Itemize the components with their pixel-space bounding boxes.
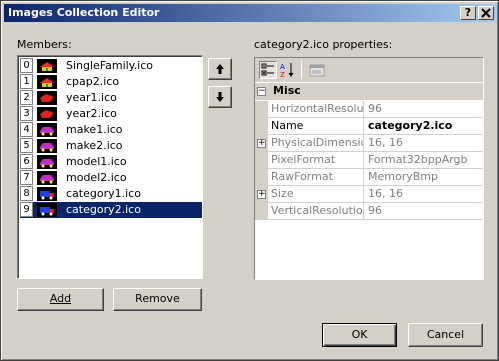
svg-text:Z: Z xyxy=(280,71,285,79)
list-item-index: 6 xyxy=(20,154,33,169)
property-row[interactable]: VerticalResolution 96 xyxy=(255,203,483,220)
property-row[interactable]: + Size 16, 16 xyxy=(255,186,483,203)
arrow-down-icon xyxy=(216,92,224,102)
car-icon xyxy=(37,155,57,169)
members-label: Members: xyxy=(17,38,72,51)
property-name: HorizontalResolution xyxy=(268,101,364,118)
list-item-index: 4 xyxy=(20,122,33,137)
list-item[interactable]: 6 model1.ico xyxy=(20,154,202,170)
members-listbox[interactable]: 0 SingleFamily.ico 1 cpap2.ico 2 year1.ico 3 ye… xyxy=(17,55,203,279)
shape-icon xyxy=(37,107,57,121)
list-item-index: 5 xyxy=(20,138,33,153)
ok-button-label: OK xyxy=(351,328,368,341)
title-bar[interactable]: Images Collection Editor ? xyxy=(4,4,497,22)
list-item-index: 1 xyxy=(20,74,33,89)
property-row[interactable]: RawFormat MemoryBmp xyxy=(255,169,483,186)
list-item-name: year2.ico xyxy=(66,107,117,120)
property-name: PhysicalDimension xyxy=(268,135,364,152)
properties-label: category2.ico properties: xyxy=(254,38,393,51)
list-item[interactable]: 7 model2.ico xyxy=(20,170,202,186)
list-item-name: year1.ico xyxy=(66,91,117,104)
list-item[interactable]: 9 category2.ico xyxy=(20,202,202,218)
list-item-name: make1.ico xyxy=(66,123,123,136)
car-icon xyxy=(37,139,57,153)
truck-icon xyxy=(37,187,57,201)
property-value[interactable]: category2.ico xyxy=(365,118,483,135)
house-icon xyxy=(37,59,57,73)
property-row[interactable]: HorizontalResolution 96 xyxy=(255,101,483,118)
move-up-button[interactable] xyxy=(208,58,232,80)
property-name: PixelFormat xyxy=(268,152,364,169)
property-value: MemoryBmp xyxy=(368,170,438,183)
property-pages-icon xyxy=(309,64,325,77)
alphabetical-icon: A Z xyxy=(280,63,294,79)
alphabetical-button[interactable]: A Z xyxy=(279,61,297,79)
list-item-name: SingleFamily.ico xyxy=(66,59,153,72)
list-item-name: category1.ico xyxy=(66,187,141,200)
collapse-icon[interactable]: − xyxy=(257,87,266,96)
categorized-icon xyxy=(261,63,274,76)
car-icon xyxy=(37,123,57,137)
house-icon xyxy=(37,75,57,89)
property-name: Size xyxy=(268,186,364,203)
expand-icon[interactable]: + xyxy=(257,139,266,148)
list-item[interactable]: 3 year2.ico xyxy=(20,106,202,122)
property-row[interactable]: Name category2.ico xyxy=(255,118,483,135)
property-grid-toolbar: A Z xyxy=(255,58,483,82)
list-item-index: 3 xyxy=(20,106,33,121)
list-item-index: 0 xyxy=(20,58,33,73)
close-button[interactable] xyxy=(478,6,494,20)
category-name: Misc xyxy=(273,84,301,97)
property-value: 96 xyxy=(368,204,382,217)
arrow-up-icon xyxy=(216,64,224,74)
remove-button-label: Remove xyxy=(135,292,180,305)
svg-text:A: A xyxy=(280,63,285,71)
truck-icon xyxy=(37,203,57,217)
expand-icon[interactable]: + xyxy=(257,190,266,199)
move-down-button[interactable] xyxy=(208,86,232,108)
window-title: Images Collection Editor xyxy=(8,6,160,19)
property-grid[interactable]: A Z − Misc HorizontalResolu 96 Name cate… xyxy=(254,57,484,280)
list-item-index: 7 xyxy=(20,170,33,185)
list-item-name: category2.ico xyxy=(66,203,141,216)
remove-button[interactable]: Remove xyxy=(113,288,202,311)
toolbar-separator xyxy=(301,61,302,79)
list-item-name: cpap2.ico xyxy=(66,75,120,88)
property-row[interactable]: PixelFormat Format32bppArgb xyxy=(255,152,483,169)
list-item-index: 8 xyxy=(20,186,33,201)
add-button[interactable]: Add xyxy=(17,288,104,311)
list-item[interactable]: 2 year1.ico xyxy=(20,90,202,106)
property-value: 96 xyxy=(368,102,382,115)
property-name: Name xyxy=(268,118,364,135)
categorized-button[interactable] xyxy=(259,61,277,79)
add-button-label: Add xyxy=(49,292,72,305)
list-item[interactable]: 8 category1.ico xyxy=(20,186,202,202)
list-item[interactable]: 1 cpap2.ico xyxy=(20,74,202,90)
shape-icon xyxy=(37,91,57,105)
cancel-button[interactable]: Cancel xyxy=(408,323,483,347)
property-row[interactable]: + PhysicalDimension 16, 16 xyxy=(255,135,483,152)
car-icon xyxy=(37,171,57,185)
list-item-name: model1.ico xyxy=(66,155,127,168)
property-value: Format32bppArgb xyxy=(368,153,468,166)
list-item[interactable]: 0 SingleFamily.ico xyxy=(20,58,202,74)
list-item-index: 2 xyxy=(20,90,33,105)
help-button[interactable]: ? xyxy=(460,6,476,20)
list-item-name: model2.ico xyxy=(66,171,127,184)
list-item-name: make2.ico xyxy=(66,139,123,152)
property-value: 16, 16 xyxy=(368,136,403,149)
close-icon xyxy=(481,8,491,18)
property-value: 16, 16 xyxy=(368,187,403,200)
list-item[interactable]: 4 make1.ico xyxy=(20,122,202,138)
category-row-misc[interactable]: − Misc xyxy=(255,83,483,100)
property-pages-button[interactable] xyxy=(308,61,326,79)
cancel-button-label: Cancel xyxy=(426,328,465,341)
property-name: VerticalResolution xyxy=(268,203,364,220)
ok-button[interactable]: OK xyxy=(322,323,397,347)
images-collection-editor-dialog: Images Collection Editor ? Members: 0 Sin… xyxy=(0,0,499,361)
property-grid-body: − Misc HorizontalResolution 96 Namecategor… xyxy=(255,83,483,279)
property-name: RawFormat xyxy=(268,169,364,186)
list-item[interactable]: 5 make2.ico xyxy=(20,138,202,154)
list-item-index: 9 xyxy=(20,202,33,217)
